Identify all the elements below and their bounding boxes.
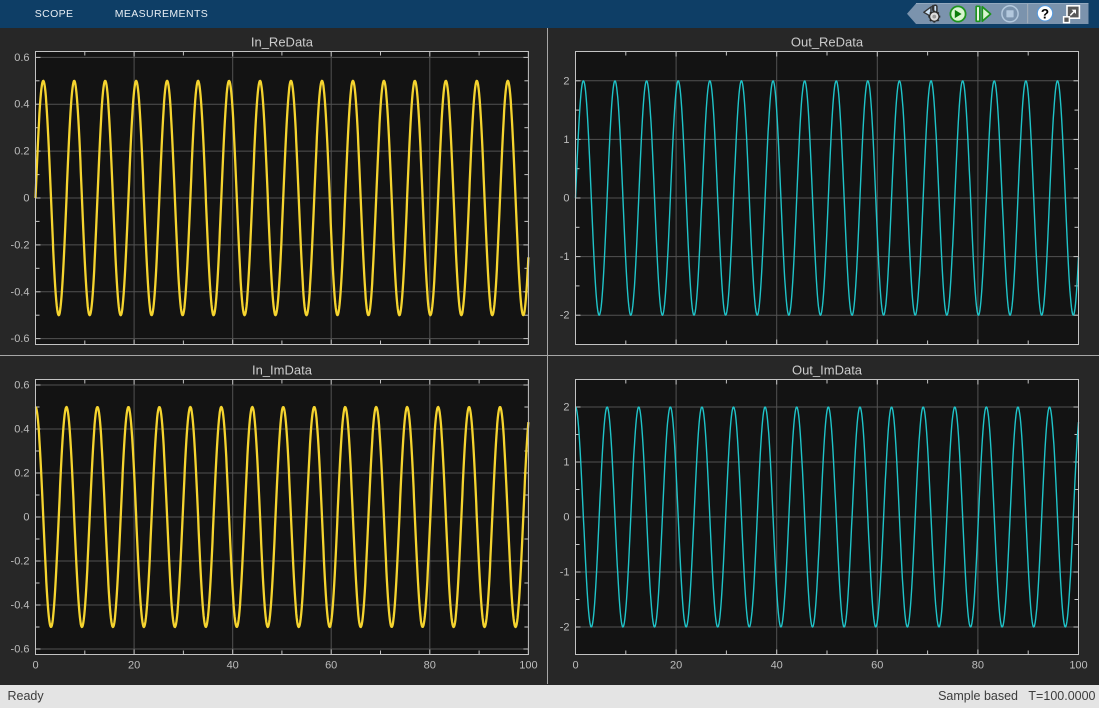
svg-text:-0.6: -0.6	[11, 333, 30, 345]
svg-text:1: 1	[563, 457, 569, 469]
svg-text:2: 2	[563, 402, 569, 414]
svg-text:0: 0	[32, 660, 38, 672]
svg-text:40: 40	[227, 660, 239, 672]
svg-text:0: 0	[563, 512, 569, 524]
svg-text:Out_ReData: Out_ReData	[791, 35, 864, 50]
svg-text:2: 2	[563, 75, 569, 87]
svg-text:0.6: 0.6	[14, 52, 29, 64]
svg-text:-0.2: -0.2	[11, 556, 30, 568]
svg-text:0.4: 0.4	[14, 99, 29, 111]
svg-text:60: 60	[325, 660, 337, 672]
svg-text:40: 40	[771, 660, 783, 672]
svg-text:-0.6: -0.6	[11, 644, 30, 656]
svg-text:-0.4: -0.4	[11, 600, 30, 612]
svg-text:-2: -2	[560, 310, 570, 322]
svg-text:20: 20	[670, 660, 682, 672]
svg-text:0: 0	[23, 193, 29, 205]
svg-text:Out_ImData: Out_ImData	[792, 363, 863, 378]
svg-text:0.2: 0.2	[14, 146, 29, 158]
svg-text:0: 0	[563, 193, 569, 205]
svg-text:20: 20	[128, 660, 140, 672]
svg-text:-0.2: -0.2	[11, 239, 30, 251]
svg-text:0.4: 0.4	[14, 424, 29, 436]
svg-text:-1: -1	[560, 567, 570, 579]
svg-text:-0.4: -0.4	[11, 286, 30, 298]
svg-text:0.6: 0.6	[14, 380, 29, 392]
svg-text:1: 1	[563, 134, 569, 146]
svg-text:80: 80	[972, 660, 984, 672]
svg-text:0.2: 0.2	[14, 468, 29, 480]
svg-text:?: ?	[1041, 6, 1049, 21]
svg-text:-1: -1	[560, 251, 570, 263]
svg-text:In_ImData: In_ImData	[252, 363, 313, 378]
svg-text:60: 60	[871, 660, 883, 672]
svg-text:0: 0	[23, 512, 29, 524]
svg-text:100: 100	[519, 660, 537, 672]
svg-text:80: 80	[424, 660, 436, 672]
svg-text:100: 100	[1069, 660, 1087, 672]
svg-text:-2: -2	[560, 622, 570, 634]
svg-text:0: 0	[572, 660, 578, 672]
svg-text:In_ReData: In_ReData	[251, 35, 314, 50]
